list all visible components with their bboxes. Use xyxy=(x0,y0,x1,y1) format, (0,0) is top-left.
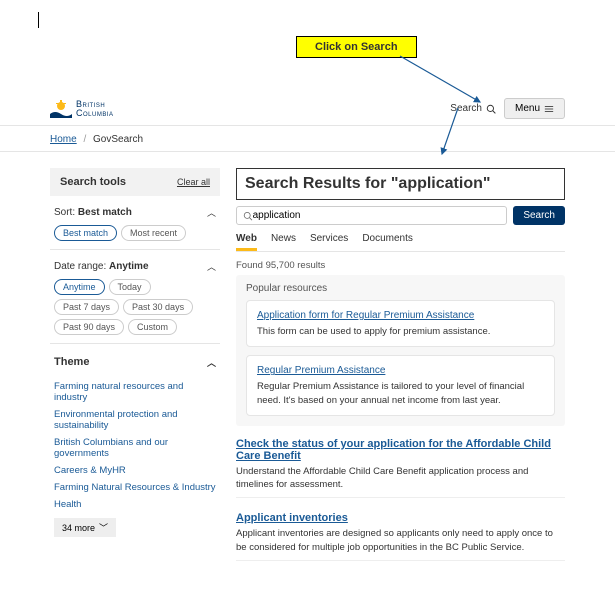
sort-label: Sort: xyxy=(54,207,75,218)
header-search-trigger[interactable]: Search xyxy=(450,103,496,114)
clear-all-link[interactable]: Clear all xyxy=(177,177,210,187)
search-result: Applicant inventories Applicant inventor… xyxy=(236,512,565,561)
popular-card: Application form for Regular Premium Ass… xyxy=(246,300,555,347)
theme-link[interactable]: Farming Natural Resources & Industry xyxy=(54,482,216,493)
search-input[interactable] xyxy=(253,210,501,221)
chevron-down-icon: ﹀ xyxy=(99,521,108,534)
sort-chips: Best match Most recent xyxy=(50,225,220,241)
breadcrumb: Home / GovSearch xyxy=(50,134,565,145)
date-collapse-toggle[interactable]: ︿ xyxy=(207,260,216,273)
chip-most-recent[interactable]: Most recent xyxy=(121,225,186,241)
popular-resources: Popular resources Application form for R… xyxy=(236,275,565,426)
chip-best-match[interactable]: Best match xyxy=(54,225,117,241)
popular-desc: Regular Premium Assistance is tailored t… xyxy=(257,380,544,407)
theme-link[interactable]: Careers & MyHR xyxy=(54,465,216,476)
tab-services[interactable]: Services xyxy=(310,233,348,251)
theme-link[interactable]: Health xyxy=(54,499,216,510)
theme-link[interactable]: Farming natural resources and industry xyxy=(54,381,216,403)
theme-collapse-toggle[interactable]: ︿ xyxy=(207,356,216,369)
bc-logo[interactable]: British Columbia xyxy=(50,100,114,118)
annotation-callout: Click on Search xyxy=(296,36,417,58)
date-label: Date range: xyxy=(54,261,106,272)
chip-custom[interactable]: Custom xyxy=(128,319,177,335)
date-chips: Anytime Today Past 7 days Past 30 days P… xyxy=(50,279,220,335)
popular-desc: This form can be used to apply for premi… xyxy=(257,325,544,338)
popular-title: Popular resources xyxy=(246,283,555,294)
chip-today[interactable]: Today xyxy=(109,279,151,295)
breadcrumb-sep: / xyxy=(83,134,86,145)
tab-documents[interactable]: Documents xyxy=(362,233,413,251)
header-search-label: Search xyxy=(450,103,482,114)
hamburger-icon xyxy=(544,104,554,114)
header-divider xyxy=(0,125,615,126)
theme-more-button[interactable]: 34 more ﹀ xyxy=(54,518,116,537)
tab-news[interactable]: News xyxy=(271,233,296,251)
menu-label: Menu xyxy=(515,103,540,114)
results-count: Found 95,700 results xyxy=(236,260,565,271)
result-link[interactable]: Check the status of your application for… xyxy=(236,438,551,462)
chip-past7[interactable]: Past 7 days xyxy=(54,299,119,315)
result-desc: Understand the Affordable Child Care Ben… xyxy=(236,465,565,492)
chip-anytime[interactable]: Anytime xyxy=(54,279,105,295)
sidebar: Search tools Clear all Sort: Best match … xyxy=(50,168,220,575)
search-icon xyxy=(486,104,496,114)
chip-past90[interactable]: Past 90 days xyxy=(54,319,124,335)
sort-value: Best match xyxy=(78,207,132,218)
main-content: Search Results for "application" Search … xyxy=(236,168,565,575)
text-cursor xyxy=(38,12,39,28)
theme-link[interactable]: Environmental protection and sustainabil… xyxy=(54,409,216,431)
tab-web[interactable]: Web xyxy=(236,233,257,251)
theme-link[interactable]: British Columbians and our governments xyxy=(54,437,216,459)
sort-collapse-toggle[interactable]: ︿ xyxy=(207,206,216,219)
breadcrumb-divider xyxy=(0,151,615,152)
popular-card: Regular Premium Assistance Regular Premi… xyxy=(246,355,555,416)
search-tools-header: Search tools Clear all xyxy=(50,168,220,196)
menu-button[interactable]: Menu xyxy=(504,98,565,119)
search-result: Check the status of your application for… xyxy=(236,438,565,499)
search-input-wrap[interactable] xyxy=(236,206,507,225)
popular-link[interactable]: Application form for Regular Premium Ass… xyxy=(257,310,474,321)
bc-logo-icon xyxy=(50,100,72,118)
theme-list: Farming natural resources and industry E… xyxy=(50,377,220,510)
result-link[interactable]: Applicant inventories xyxy=(236,512,348,524)
theme-more-label: 34 more xyxy=(62,523,95,533)
breadcrumb-current: GovSearch xyxy=(93,134,143,145)
theme-title: Theme xyxy=(54,356,89,369)
date-value: Anytime xyxy=(109,261,148,272)
search-tools-title: Search tools xyxy=(60,176,126,188)
results-title-box: Search Results for "application" xyxy=(236,168,565,200)
breadcrumb-home[interactable]: Home xyxy=(50,134,77,145)
result-desc: Applicant inventories are designed so ap… xyxy=(236,527,565,554)
popular-link[interactable]: Regular Premium Assistance xyxy=(257,365,385,376)
page-title: Search Results for "application" xyxy=(245,175,556,193)
result-divider xyxy=(236,497,565,498)
chip-past30[interactable]: Past 30 days xyxy=(123,299,193,315)
logo-text-line2: Columbia xyxy=(76,109,114,118)
search-icon xyxy=(243,211,253,221)
search-button[interactable]: Search xyxy=(513,206,565,225)
result-tabs: Web News Services Documents xyxy=(236,233,565,252)
